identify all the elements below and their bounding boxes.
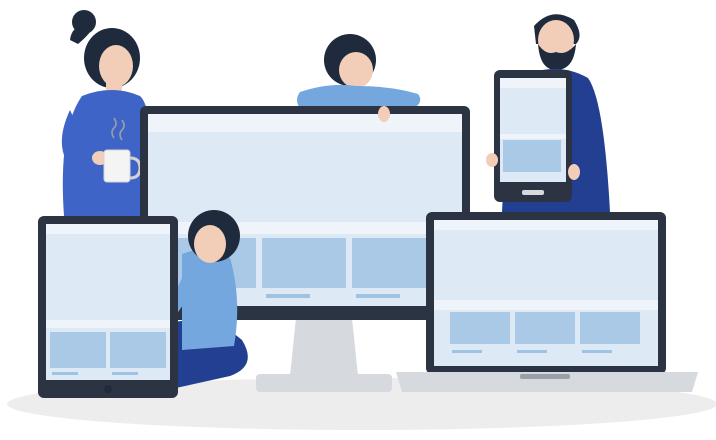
- illustration-stage: [0, 0, 716, 440]
- hand-left-on-tablet: [486, 153, 498, 167]
- woman-with-mug: [61, 10, 152, 216]
- hand-on-monitor: [378, 106, 390, 122]
- tablet-left: [38, 216, 178, 398]
- hand-right-on-tablet: [568, 164, 580, 180]
- tablet-right: [494, 70, 572, 202]
- laptop: [396, 212, 698, 392]
- responsive-devices-illustration: [7, 10, 716, 430]
